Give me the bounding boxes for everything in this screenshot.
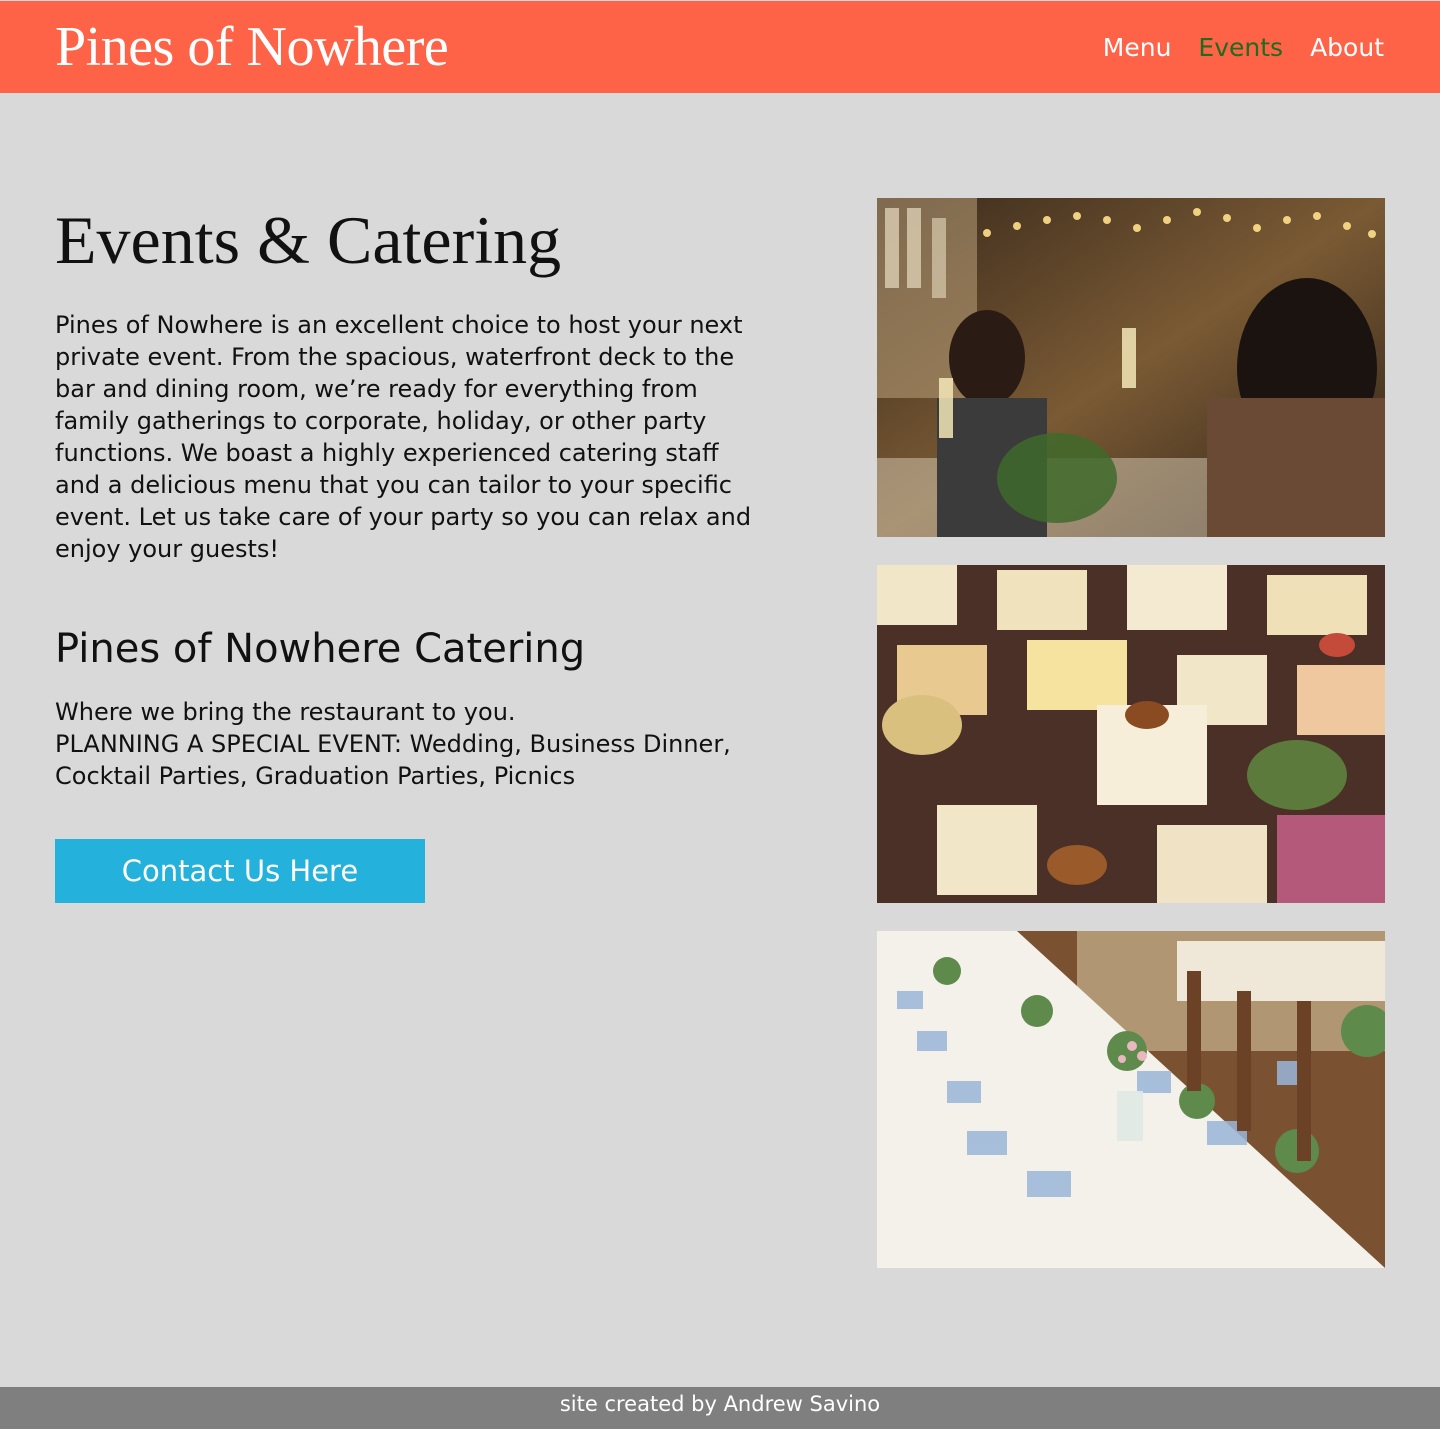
catering-heading: Pines of Nowhere Catering bbox=[55, 626, 586, 672]
footer-credit: site created by Andrew Savino bbox=[559, 1392, 881, 1416]
intro-paragraph: Pines of Nowhere is an excellent choice … bbox=[55, 311, 752, 563]
contact-us-button[interactable]: Contact Us Here bbox=[55, 839, 425, 903]
guests-toasting-photo bbox=[877, 198, 1385, 537]
page-title: Events & Catering bbox=[55, 202, 562, 278]
nav-link-events[interactable]: Events bbox=[1198, 32, 1283, 64]
main-nav: Menu Events About bbox=[1103, 32, 1384, 64]
tagline-line: Where we bring the restaurant to you. bbox=[55, 698, 516, 726]
catering-appetizers-photo bbox=[877, 565, 1385, 903]
nav-link-about[interactable]: About bbox=[1310, 32, 1384, 64]
site-header: Pines of Nowhere Menu Events About bbox=[0, 1, 1440, 93]
catering-tagline: Where we bring the restaurant to you. PL… bbox=[55, 696, 755, 792]
event-types-line: PLANNING A SPECIAL EVENT: Wedding, Busin… bbox=[55, 730, 731, 790]
banquet-table-photo bbox=[877, 931, 1385, 1268]
brand-logo[interactable]: Pines of Nowhere bbox=[55, 15, 449, 79]
nav-link-menu[interactable]: Menu bbox=[1103, 32, 1172, 64]
site-footer: site created by Andrew Savino bbox=[0, 1387, 1440, 1429]
